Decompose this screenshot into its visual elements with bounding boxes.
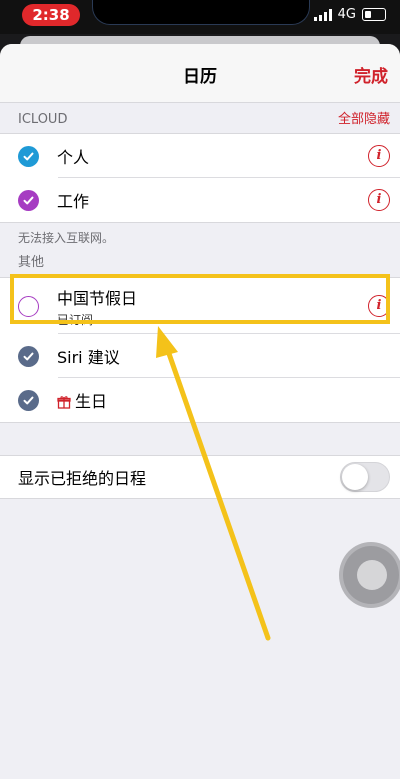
battery-icon [362,8,386,21]
calendar-label: 中国节假日 [57,288,138,308]
other-calendar-list: 中国节假日 已订阅 i Siri 建议 生日 [0,277,400,423]
icloud-header-label: ICLOUD [18,112,68,127]
calendars-sheet: 日历 完成 ICLOUD 全部隐藏 个人 i 工作 i 无法接入互联网。 其他 [0,44,400,779]
checked-circle-icon[interactable] [18,145,39,167]
birthday-label-wrap: 生日 [57,388,107,412]
assistive-touch-button[interactable] [343,546,399,604]
done-button[interactable]: 完成 [354,62,388,87]
gift-icon [57,396,71,409]
hide-all-button[interactable]: 全部隐藏 [338,107,390,133]
info-icon[interactable]: i [368,295,390,317]
calendar-sublabel: 已订阅 [57,312,94,327]
status-bar: 2:38 4G [0,0,400,34]
status-indicators: 4G [313,7,386,22]
checked-circle-icon[interactable] [18,345,39,367]
network-type: 4G [337,7,356,22]
info-icon[interactable]: i [368,189,390,211]
calendar-row-china-holidays[interactable]: 中国节假日 已订阅 i [0,278,400,334]
other-section-header: 其他 [0,253,400,277]
checked-circle-icon[interactable] [18,389,39,411]
show-declined-row: 显示已拒绝的日程 [0,456,400,498]
info-icon[interactable]: i [368,145,390,167]
signal-icon [313,8,332,21]
calendar-row-birthdays[interactable]: 生日 [0,378,400,422]
show-declined-label: 显示已拒绝的日程 [18,469,147,488]
toggle-knob [342,464,368,490]
calendar-row-work[interactable]: 工作 i [0,178,400,222]
page-title: 日历 [183,67,217,87]
icloud-section-header: ICLOUD 全部隐藏 [0,107,400,133]
nav-bar: 日历 完成 [0,44,400,103]
icloud-calendar-list: 个人 i 工作 i [0,133,400,223]
show-declined-toggle[interactable] [340,462,390,492]
calendar-label: 工作 [57,192,90,211]
status-time: 2:38 [22,4,80,26]
calendar-row-personal[interactable]: 个人 i [0,134,400,178]
declined-events-group: 显示已拒绝的日程 [0,455,400,499]
screen-notch [92,0,310,25]
offline-note: 无法接入互联网。 [18,231,115,245]
unchecked-circle-icon[interactable] [18,295,39,317]
other-header-label: 其他 [18,255,45,270]
checked-circle-icon[interactable] [18,189,39,211]
calendar-row-siri-suggestions[interactable]: Siri 建议 [0,334,400,378]
calendar-label: 生日 [75,392,108,411]
calendar-label: 个人 [57,148,90,167]
calendar-label: Siri 建议 [57,348,120,367]
